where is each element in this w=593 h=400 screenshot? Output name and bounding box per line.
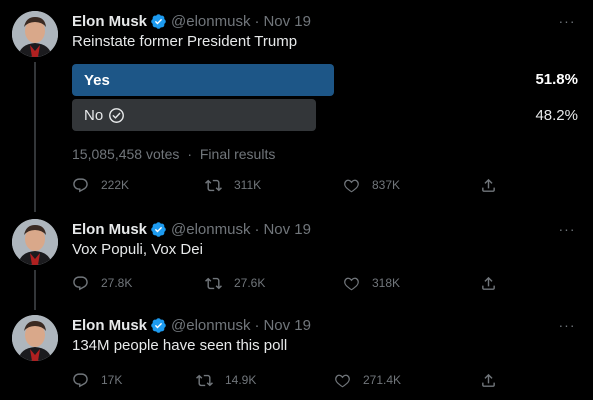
tweet-header: Elon Musk @elonmusk · Nov 19: [72, 11, 311, 31]
poll-option-no[interactable]: No: [72, 99, 316, 131]
separator-dot: ·: [254, 316, 260, 334]
tweet-reply[interactable]: Elon Musk @elonmusk · Nov 19 ··· 134M pe…: [0, 315, 593, 395]
separator-dot: ·: [254, 220, 260, 238]
poll-option-percent: 51.8%: [535, 71, 578, 88]
avatar[interactable]: [12, 315, 58, 361]
reply-count: 17K: [101, 373, 123, 387]
retweet-button[interactable]: 27.6K: [205, 273, 265, 293]
tweet-date[interactable]: Nov 19: [263, 13, 311, 30]
avatar[interactable]: [12, 219, 58, 265]
share-icon: [482, 178, 495, 192]
check-circle-icon: [108, 107, 125, 124]
author-name[interactable]: Elon Musk: [72, 221, 147, 238]
tweet-actions: 17K 14.9K 271.4K: [72, 370, 502, 390]
retweet-icon: [205, 179, 222, 191]
more-options-icon[interactable]: ···: [557, 11, 577, 31]
like-button[interactable]: 318K: [343, 273, 400, 293]
share-icon: [482, 276, 495, 290]
share-button[interactable]: [480, 175, 497, 195]
verified-badge-icon: [150, 13, 167, 30]
author-handle[interactable]: @elonmusk: [171, 317, 250, 334]
separator-dot: ·: [187, 146, 192, 162]
verified-badge-icon: [150, 221, 167, 238]
share-button[interactable]: [480, 370, 497, 390]
tweet-date[interactable]: Nov 19: [263, 317, 311, 334]
poll-option-yes[interactable]: Yes: [72, 64, 334, 96]
like-count: 271.4K: [363, 373, 402, 387]
like-count: 837K: [372, 178, 401, 192]
reply-icon: [73, 177, 88, 192]
separator-dot: ·: [254, 12, 260, 30]
share-icon: [482, 373, 495, 387]
reply-button[interactable]: 222K: [72, 175, 129, 195]
heart-icon: [344, 277, 359, 290]
author-name[interactable]: Elon Musk: [72, 13, 147, 30]
poll-meta: 15,085,458 votes · Final results: [72, 146, 275, 162]
reply-button[interactable]: 27.8K: [72, 273, 132, 293]
poll-option-label: Yes: [84, 71, 110, 89]
avatar[interactable]: [12, 11, 58, 57]
retweet-button[interactable]: 14.9K: [196, 370, 256, 390]
tweet-header: Elon Musk @elonmusk · Nov 19: [72, 315, 311, 335]
author-name[interactable]: Elon Musk: [72, 317, 147, 334]
retweet-icon: [205, 277, 222, 289]
heart-icon: [335, 374, 350, 387]
like-button[interactable]: 837K: [343, 175, 400, 195]
reply-count: 27.8K: [101, 276, 133, 290]
more-options-icon[interactable]: ···: [557, 315, 577, 335]
reply-count: 222K: [101, 178, 130, 192]
tweet-date[interactable]: Nov 19: [263, 221, 311, 238]
poll-votes: 15,085,458 votes: [72, 146, 180, 162]
retweet-icon: [196, 374, 213, 386]
retweet-count: 311K: [234, 178, 262, 192]
reply-icon: [73, 372, 88, 387]
like-count: 318K: [372, 276, 401, 290]
tweet-text: 134M people have seen this poll: [72, 337, 288, 354]
author-handle[interactable]: @elonmusk: [171, 13, 250, 30]
reply-button[interactable]: 17K: [72, 370, 122, 390]
tweet-actions: 222K 311K 837K: [72, 175, 502, 195]
retweet-count: 27.6K: [234, 276, 266, 290]
tweet-actions: 27.8K 27.6K 318K: [72, 273, 502, 293]
poll-option-label: No: [84, 106, 104, 124]
poll-status: Final results: [199, 146, 276, 162]
tweet-text: Reinstate former President Trump: [72, 33, 298, 50]
retweet-button[interactable]: 311K: [205, 175, 261, 195]
tweet-header: Elon Musk @elonmusk · Nov 19: [72, 219, 311, 239]
like-button[interactable]: 271.4K: [334, 370, 401, 390]
heart-icon: [344, 179, 359, 192]
retweet-count: 14.9K: [225, 373, 257, 387]
author-handle[interactable]: @elonmusk: [171, 221, 250, 238]
tweet-reply[interactable]: Elon Musk @elonmusk · Nov 19 ··· Vox Pop…: [0, 219, 593, 299]
tweet-poll[interactable]: Elon Musk @elonmusk · Nov 19 ··· Reinsta…: [0, 11, 593, 201]
poll-option-percent: 48.2%: [535, 107, 578, 124]
reply-icon: [73, 275, 88, 290]
verified-badge-icon: [150, 317, 167, 334]
more-options-icon[interactable]: ···: [557, 219, 577, 239]
share-button[interactable]: [480, 273, 497, 293]
tweet-text: Vox Populi, Vox Dei: [72, 241, 203, 258]
